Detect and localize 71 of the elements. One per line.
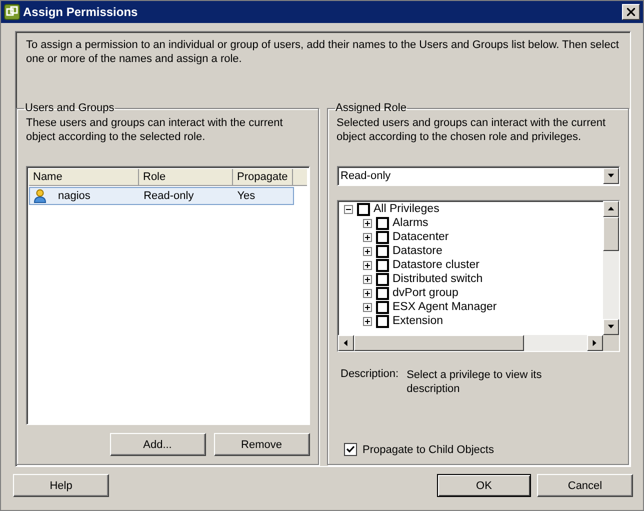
tree-item[interactable]: All Privileges (374, 203, 440, 215)
tree-item[interactable]: Datastore (392, 245, 442, 257)
tree-item[interactable]: ESX Agent Manager (392, 301, 497, 313)
dropdown-button[interactable] (603, 168, 619, 184)
expand-icon[interactable] (362, 316, 372, 326)
remove-button[interactable]: Remove (214, 433, 310, 456)
checkbox[interactable] (376, 230, 388, 244)
checkbox[interactable] (356, 202, 370, 216)
checkbox[interactable] (376, 216, 388, 230)
scrollbar-corner (603, 335, 619, 351)
table-cell: nagios (58, 190, 90, 202)
role-dropdown[interactable]: Read-only (336, 166, 620, 186)
up-arrow-icon (607, 205, 615, 213)
description-label: Description: (340, 368, 399, 382)
expand-icon[interactable] (362, 246, 372, 256)
add-button[interactable]: Add... (110, 433, 206, 456)
description-text: Select a privilege to view its description (406, 368, 543, 397)
group-description: These users and groups can interact with the current object according to the selected role. (26, 116, 284, 145)
tree-item[interactable]: Datastore cluster (392, 259, 480, 271)
user-icon (34, 189, 46, 203)
collapse-icon[interactable] (344, 204, 352, 214)
window-title: Assign Permissions (23, 5, 139, 19)
tree-item[interactable]: dvPort group (392, 287, 458, 299)
scroll-left-button[interactable] (338, 335, 354, 351)
group-title: Assigned Role (334, 102, 408, 114)
expand-icon[interactable] (362, 232, 372, 242)
close-icon (627, 8, 635, 16)
column-header[interactable]: Propagate (233, 169, 293, 186)
tree-item[interactable]: Extension (392, 315, 444, 327)
checkbox[interactable] (376, 258, 388, 272)
ok-button[interactable]: OK (437, 474, 531, 497)
cancel-button[interactable]: Cancel (537, 474, 633, 497)
right-arrow-icon (591, 339, 599, 347)
table-cell: Yes (237, 190, 256, 202)
expand-icon[interactable] (362, 218, 372, 228)
checkbox[interactable] (376, 272, 388, 286)
propagate-option[interactable]: Propagate to Child Objects (336, 443, 620, 456)
checkbox-label: Propagate to Child Objects (362, 444, 494, 456)
column-header[interactable]: Name (29, 169, 139, 186)
tree-item[interactable]: Alarms (392, 217, 428, 229)
expand-icon[interactable] (362, 260, 372, 270)
table-cell: Read-only (144, 190, 194, 202)
checkbox[interactable] (344, 443, 356, 456)
scroll-right-button[interactable] (587, 335, 603, 351)
checkbox[interactable] (376, 314, 388, 328)
checkbox[interactable] (376, 244, 388, 258)
vertical-scrollbar[interactable] (603, 201, 619, 335)
checkbox[interactable] (376, 300, 388, 314)
expand-icon[interactable] (362, 288, 372, 298)
tree-item[interactable]: Datacenter (392, 231, 449, 243)
scroll-thumb[interactable] (603, 217, 619, 251)
expand-icon[interactable] (362, 274, 372, 284)
intro-text: To assign a permission to an individual or group of users, add their names to the Users and Groups list below. Then select one or more of the names and assign a role. (26, 38, 620, 67)
expand-icon[interactable] (362, 302, 372, 312)
scroll-up-button[interactable] (603, 201, 619, 217)
left-arrow-icon (342, 339, 350, 347)
group-title: Users and Groups (24, 102, 116, 114)
group-description: Selected users and groups can interact with the current object according to the chosen role and privileges. (336, 116, 607, 145)
scroll-thumb[interactable] (354, 335, 524, 351)
down-arrow-icon (607, 323, 615, 331)
header-filler (293, 169, 306, 186)
app-icon (4, 4, 20, 20)
scroll-down-button[interactable] (603, 319, 619, 335)
close-button[interactable] (622, 4, 640, 20)
checkbox[interactable] (376, 286, 388, 300)
help-button[interactable]: Help (13, 474, 109, 497)
horizontal-scrollbar[interactable] (338, 335, 603, 351)
tree-item[interactable]: Distributed switch (392, 273, 483, 285)
down-arrow-icon (607, 172, 615, 180)
user-row[interactable]: nagios Read-only Yes (29, 187, 294, 205)
column-header[interactable]: Role (139, 169, 233, 186)
